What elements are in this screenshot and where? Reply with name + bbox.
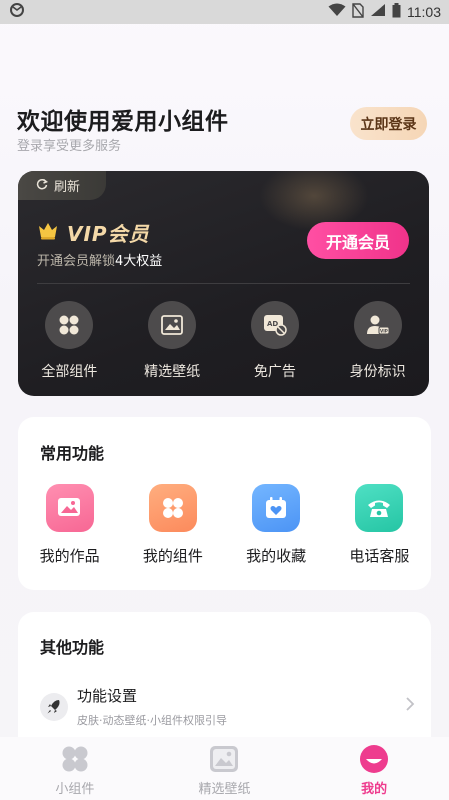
feature-settings-row[interactable]: 功能设置 皮肤·动态壁纸·小组件权限引导	[40, 685, 416, 729]
vip-description: 开通会员解锁4大权益	[37, 250, 162, 269]
phone-support-item[interactable]: 电话客服	[328, 484, 431, 566]
wallpaper-tab-icon	[209, 744, 239, 774]
benefit-label: 全部组件	[41, 364, 98, 380]
tab-label: 我的	[361, 782, 388, 797]
no-sim-icon	[352, 2, 364, 22]
bottom-tab-bar: 小组件 精选壁纸 我的	[0, 737, 449, 800]
vip-badge-icon: VIP	[353, 301, 402, 349]
vip-divider	[37, 283, 410, 284]
welcome-subtitle[interactable]: 登录享受更多服务	[17, 135, 121, 154]
benefit-label: 免广告	[253, 364, 296, 380]
my-works-item[interactable]: 我的作品	[18, 484, 121, 566]
benefit-all-widgets[interactable]: 全部组件	[18, 301, 121, 381]
refresh-label: 刷新	[54, 180, 81, 195]
common-item-label: 电话客服	[349, 547, 410, 565]
tab-widgets[interactable]: 小组件	[15, 744, 135, 797]
crown-icon	[37, 220, 59, 240]
wallpaper-icon	[148, 301, 197, 349]
profile-tab-icon	[359, 744, 389, 774]
common-item-label: 我的组件	[142, 547, 203, 565]
phone-support-icon	[355, 484, 404, 532]
svg-text:VIP: VIP	[380, 329, 388, 334]
signal-icon	[370, 3, 386, 21]
widgets-icon	[45, 301, 94, 349]
benefit-wallpaper[interactable]: 精选壁纸	[121, 301, 224, 381]
refresh-icon	[36, 178, 49, 194]
benefit-no-ads[interactable]: AD 免广告	[224, 301, 327, 381]
open-vip-button[interactable]: 开通会员	[307, 222, 409, 259]
feature-settings-title: 功能设置	[77, 687, 138, 705]
tab-label: 精选壁纸	[198, 782, 251, 797]
vip-card[interactable]: 刷新 VIP会员 开通会员解锁4大权益 开通会员 全部组件 精选壁纸 AD 免广…	[18, 171, 429, 396]
favorites-icon	[252, 484, 301, 532]
no-ad-icon: AD	[250, 301, 299, 349]
status-bar: 11:03	[0, 0, 449, 24]
my-widgets-icon	[148, 484, 197, 532]
login-button[interactable]: 立即登录	[350, 107, 427, 140]
common-item-label: 我的作品	[39, 547, 100, 565]
rocket-icon	[40, 693, 68, 721]
vip-desc-highlight: 4大权益	[115, 254, 163, 269]
chevron-right-icon	[404, 695, 416, 713]
other-functions-title: 其他功能	[40, 638, 105, 657]
common-item-label: 我的收藏	[246, 547, 307, 565]
common-functions-card: 常用功能 我的作品 我的组件 我的收藏 电话客服	[18, 417, 431, 590]
welcome-title: 欢迎使用爱用小组件	[17, 109, 229, 135]
tab-label: 小组件	[55, 782, 95, 797]
vip-desc-prefix: 开通会员解锁	[37, 254, 116, 269]
tab-wallpaper[interactable]: 精选壁纸	[164, 744, 284, 797]
refresh-button[interactable]: 刷新	[18, 171, 106, 200]
widgets-tab-icon	[60, 744, 90, 774]
my-widgets-item[interactable]: 我的组件	[121, 484, 224, 566]
favorites-item[interactable]: 我的收藏	[225, 484, 328, 566]
benefit-label: 身份标识	[349, 364, 406, 380]
vip-benefits: 全部组件 精选壁纸 AD 免广告 VIP 身份标识	[18, 301, 429, 381]
benefit-identity[interactable]: VIP 身份标识	[326, 301, 429, 381]
common-functions-list: 我的作品 我的组件 我的收藏 电话客服	[18, 484, 431, 566]
vip-title: VIP会员	[67, 222, 150, 246]
battery-icon	[392, 2, 401, 22]
tab-mine[interactable]: 我的	[314, 744, 434, 797]
status-time: 11:03	[407, 4, 441, 20]
feature-settings-subtitle: 皮肤·动态壁纸·小组件权限引导	[77, 714, 227, 727]
benefit-label: 精选壁纸	[144, 364, 201, 380]
common-functions-title: 常用功能	[40, 444, 105, 463]
my-works-icon	[45, 484, 94, 532]
wifi-icon	[328, 3, 346, 21]
sync-icon	[10, 3, 24, 21]
